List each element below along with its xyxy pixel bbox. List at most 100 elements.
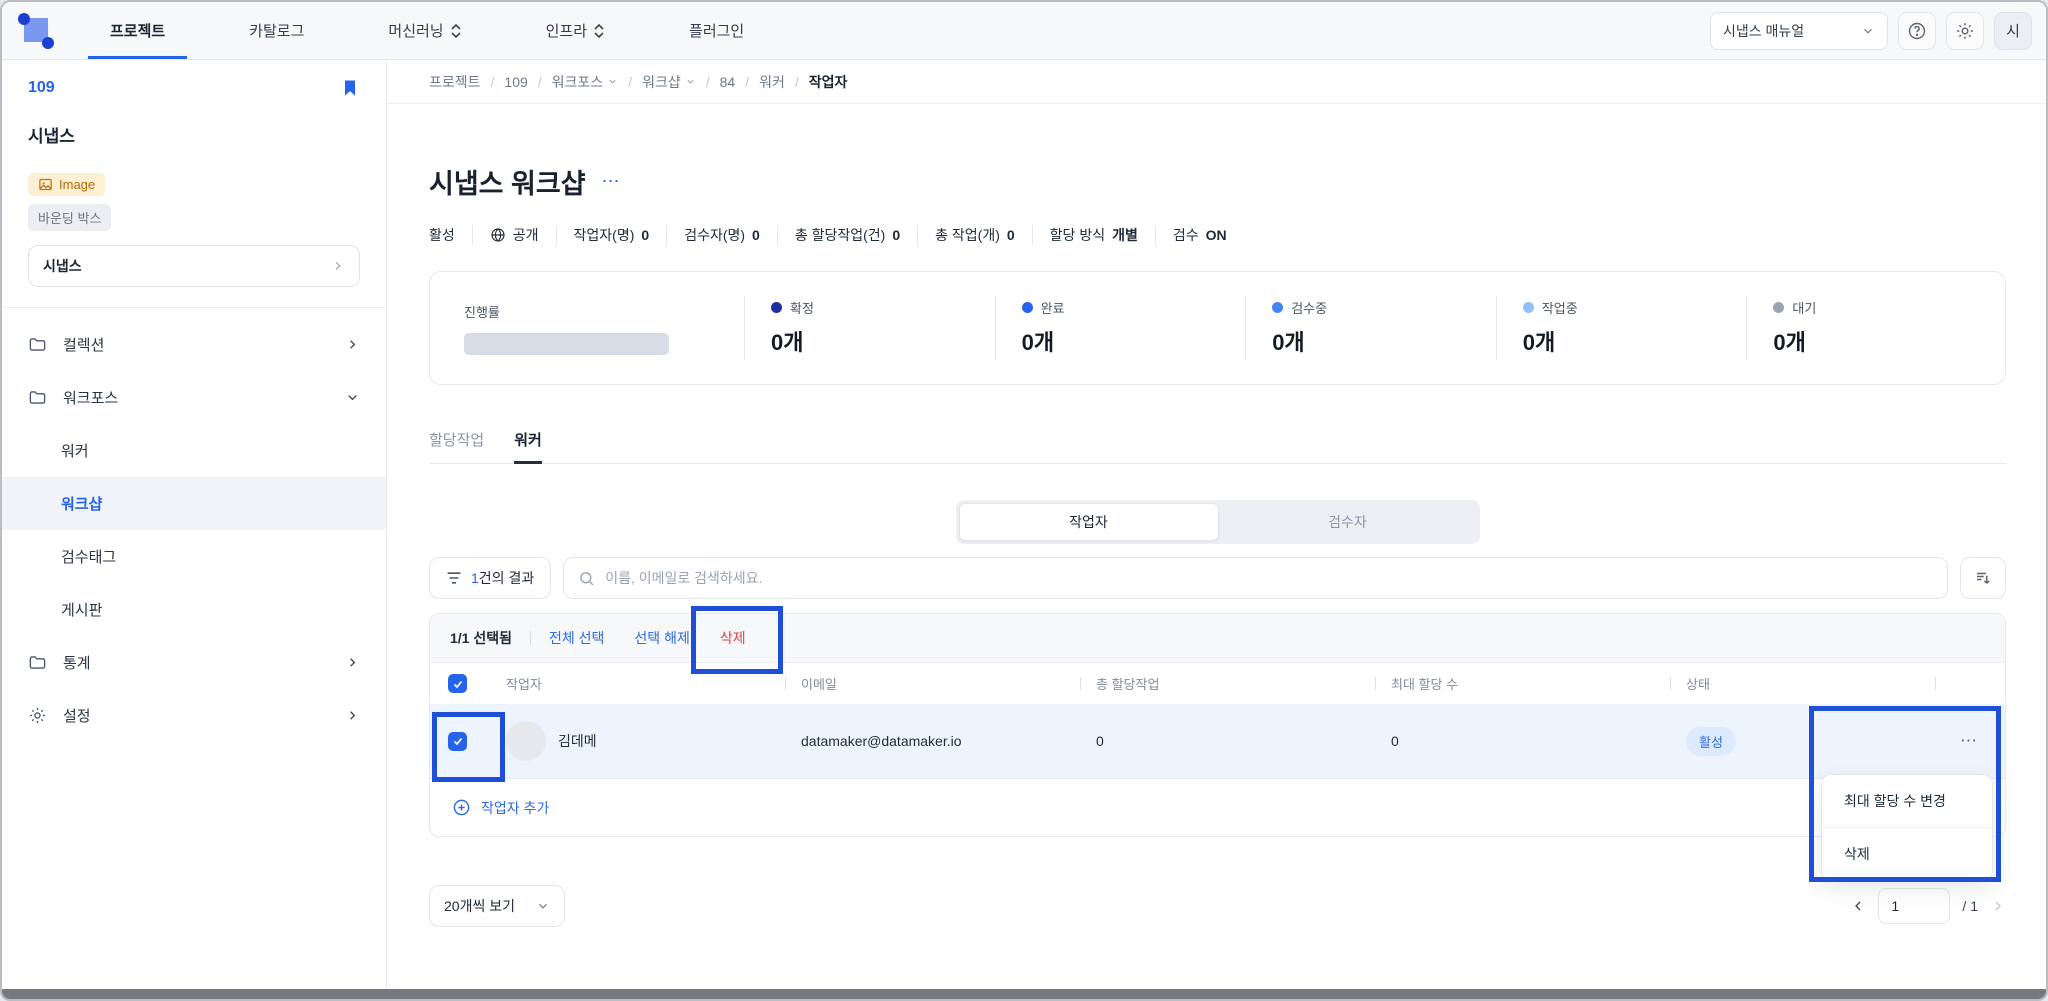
next-page-button[interactable]: [1990, 898, 2006, 914]
page-number-input[interactable]: [1878, 888, 1951, 924]
breadcrumb-separator: /: [794, 73, 799, 90]
app-logo-icon[interactable]: [18, 12, 54, 49]
stat-value: 0개: [1773, 330, 1806, 355]
nav-tab-label: 플러그인: [689, 23, 745, 40]
nav-tab-catalog[interactable]: 카탈로그: [227, 2, 326, 59]
breadcrumb-item[interactable]: 워크샵: [642, 72, 696, 92]
filter-results-button[interactable]: 1건의 결과: [429, 557, 552, 599]
tab-label: 워커: [514, 432, 542, 449]
search-input[interactable]: [605, 570, 1933, 586]
settings-button[interactable]: [1946, 11, 1984, 50]
breadcrumb-separator: /: [745, 73, 750, 90]
add-worker-button[interactable]: 작업자 추가: [430, 778, 2005, 836]
stat-value: 0개: [1522, 330, 1556, 355]
add-worker-label: 작업자 추가: [481, 799, 550, 816]
status-total-tasks: 총 작업(개) 0: [917, 225, 1032, 245]
stat-value: 0개: [1021, 330, 1055, 355]
user-avatar[interactable]: 시: [1994, 11, 2032, 50]
bookmark-icon[interactable]: [340, 78, 360, 98]
progress-bar: [464, 332, 669, 355]
dataset-select[interactable]: 시냅스: [28, 245, 360, 287]
breadcrumb-item[interactable]: 프로젝트: [429, 72, 481, 92]
row-checkbox[interactable]: [448, 731, 467, 751]
data-type-label: Image: [59, 177, 96, 192]
manual-select-value: 시냅스 매뉴얼: [1723, 22, 1805, 39]
deselect-button[interactable]: 선택 해제: [634, 628, 689, 648]
sidebar-item-collection[interactable]: 컬렉션: [2, 318, 386, 371]
caret-updown-icon: [593, 23, 605, 39]
breadcrumb-item[interactable]: 84: [720, 74, 736, 90]
chevron-down-icon: [687, 79, 694, 84]
sort-icon: [1977, 572, 1990, 584]
breadcrumb-item[interactable]: 109: [504, 74, 527, 90]
manual-select[interactable]: 시냅스 매뉴얼: [1710, 11, 1888, 50]
nav-tab-ml[interactable]: 머신러닝: [366, 2, 483, 59]
status-assign-method: 할당 방식 개별: [1031, 225, 1155, 245]
nav-tab-infra[interactable]: 인프라: [524, 2, 627, 59]
sidebar-item-label: 통계: [63, 655, 91, 672]
workshop-status-bar: 활성 공개 작업자(명) 0 검수자(명) 0 총 할당작업(건) 0 총 작업(개)…: [429, 225, 2006, 245]
breadcrumb-label: 작업자: [808, 73, 848, 90]
sidebar-item-worker[interactable]: 워커: [2, 424, 386, 477]
sidebar-subitem-label: 검수태그: [61, 549, 117, 566]
status-label: 총 작업(개): [935, 227, 1000, 243]
table-row[interactable]: 김데메 datamaker@datamaker.io 0 0 활성 ⋯: [430, 704, 2005, 778]
sidebar-item-settings[interactable]: 설정: [2, 689, 386, 742]
tab-worker[interactable]: 워커: [514, 429, 542, 464]
stat-label: 검수중: [1291, 301, 1328, 316]
menu-item-change-max-assign[interactable]: 최대 할당 수 변경: [1822, 775, 1992, 827]
sidebar-item-review-tag[interactable]: 검수태그: [2, 530, 386, 583]
chevron-right-icon: [345, 708, 360, 723]
delete-button[interactable]: 삭제: [720, 630, 746, 646]
menu-item-delete[interactable]: 삭제: [1822, 827, 1992, 880]
select-all-button[interactable]: 전체 선택: [549, 628, 604, 648]
check-icon: [453, 737, 462, 746]
selection-bar: 1/1 선택됨 전체 선택 선택 해제 삭제: [430, 606, 2005, 674]
worker-name: 김데메: [558, 733, 597, 749]
status-dot: [1773, 302, 1785, 313]
title-more-button[interactable]: ⋯: [602, 171, 622, 192]
sidebar-item-board[interactable]: 게시판: [2, 583, 386, 636]
page-size-select[interactable]: 20개씩 보기: [429, 885, 565, 927]
worker-status-badge: 활성: [1686, 726, 1736, 756]
status-dot: [1272, 302, 1284, 313]
row-more-button[interactable]: ⋯: [1935, 731, 2005, 751]
status-workers: 작업자(명) 0: [555, 225, 667, 245]
status-value: 개별: [1112, 227, 1138, 243]
help-button[interactable]: [1898, 11, 1936, 50]
status-dot: [1021, 302, 1033, 313]
chevron-right-icon: [335, 262, 341, 270]
worker-email: datamaker@datamaker.io: [801, 733, 962, 749]
sidebar-item-label: 워크포스: [63, 390, 119, 407]
nav-tab-plugin[interactable]: 플러그인: [667, 2, 766, 59]
breadcrumb-label: 워커: [759, 73, 785, 90]
project-id[interactable]: 109: [28, 79, 55, 97]
breadcrumb-item[interactable]: 워크포스: [552, 72, 619, 92]
worker-total-assigned: 0: [1096, 733, 1104, 749]
sidebar-item-stats[interactable]: 통계: [2, 636, 386, 689]
column-header-total-assigned: 총 할당작업: [1096, 677, 1160, 692]
tab-assignments[interactable]: 할당작업: [429, 429, 484, 463]
segment-worker[interactable]: 작업자: [958, 503, 1219, 541]
segment-label: 검수자: [1328, 514, 1367, 530]
sidebar-item-workshop[interactable]: 워크샵: [2, 477, 386, 530]
status-total-assignments: 총 할당작업(건) 0: [776, 225, 917, 245]
segment-reviewer[interactable]: 검수자: [1219, 503, 1477, 541]
main-nav: 프로젝트 카탈로그 머신러닝 인프라 플러그인: [88, 2, 806, 59]
breadcrumb-label: 워크포스: [551, 73, 604, 90]
divider: [530, 631, 531, 645]
check-icon: [453, 680, 462, 688]
stat-completed: 완료 0개: [994, 296, 1246, 360]
breadcrumb-item[interactable]: 워커: [759, 72, 785, 92]
status-review: 검수 ON: [1154, 225, 1244, 245]
stat-confirmed: 확정 0개: [744, 296, 995, 360]
select-all-checkbox[interactable]: [448, 674, 467, 693]
breadcrumb-label: 109: [504, 73, 528, 90]
sidebar-item-workforce[interactable]: 워크포스: [2, 371, 386, 424]
app-window: 프로젝트 카탈로그 머신러닝 인프라 플러그인 시냅스 매뉴얼 시 109 시냅…: [0, 0, 2048, 1001]
page-total: / 1: [1962, 898, 1978, 914]
pagination: / 1: [1850, 888, 2006, 924]
nav-tab-projects[interactable]: 프로젝트: [88, 2, 188, 59]
prev-page-button[interactable]: [1850, 898, 1866, 914]
sort-button[interactable]: [1960, 557, 2006, 599]
